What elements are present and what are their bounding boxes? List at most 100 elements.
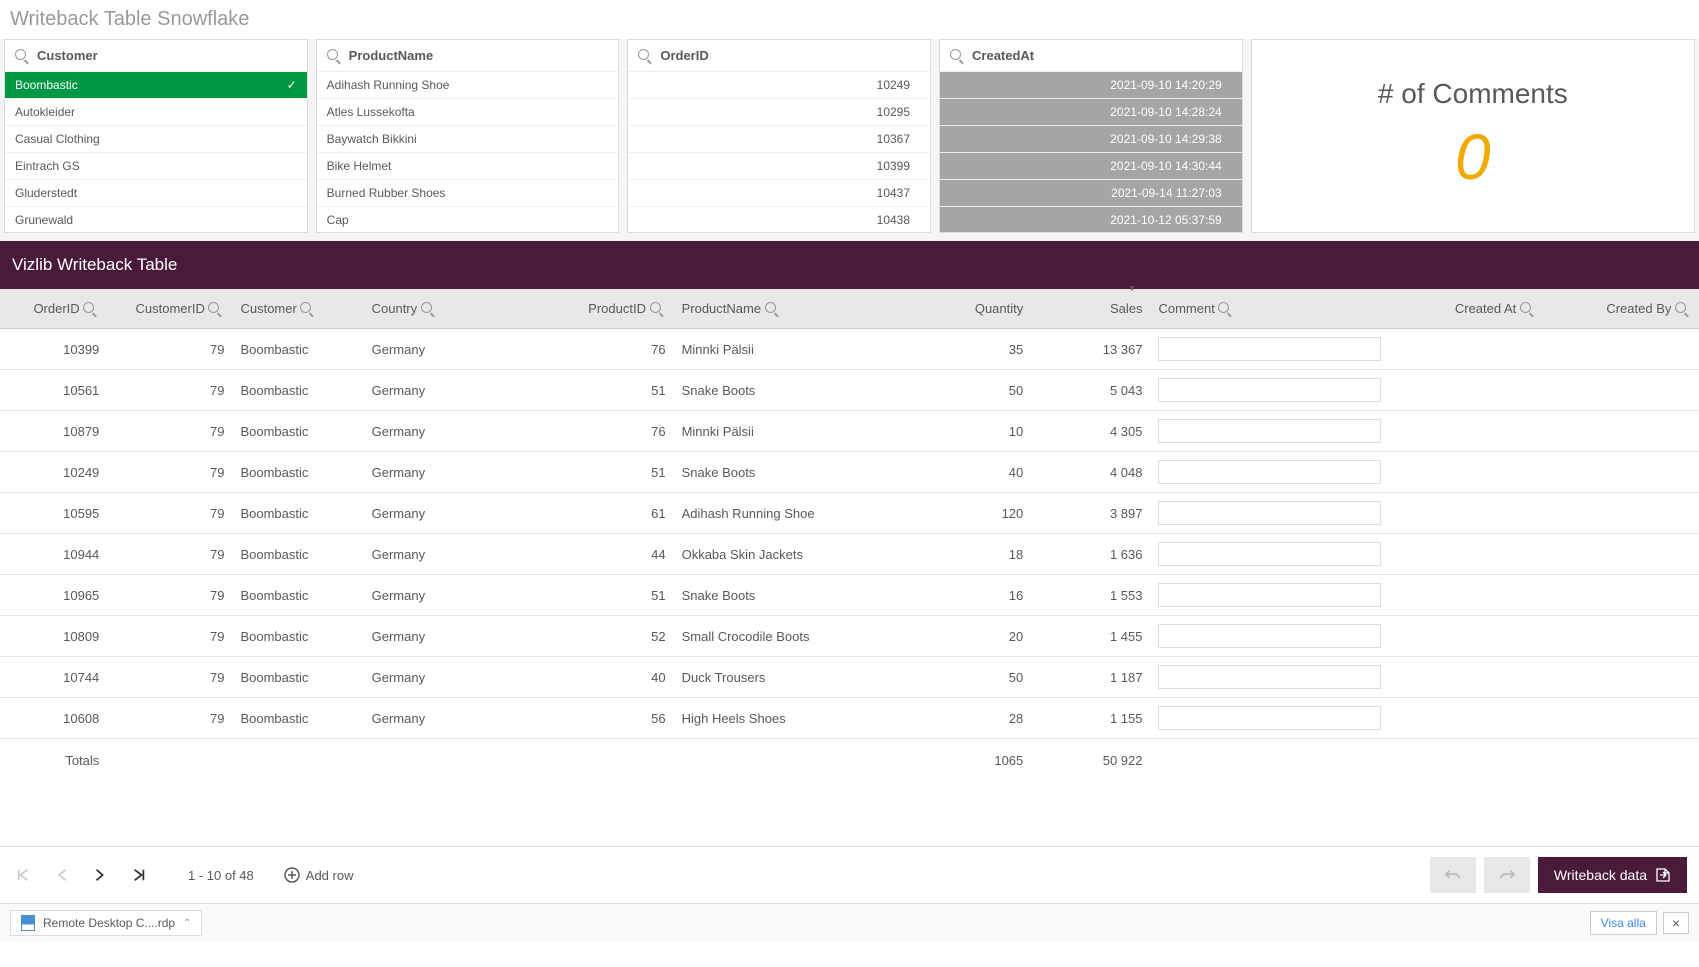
comment-input[interactable] — [1158, 378, 1380, 402]
pager-last-button[interactable] — [128, 862, 150, 888]
writeback-label: Writeback data — [1554, 867, 1647, 883]
cell-customerid: 79 — [107, 329, 232, 370]
col-orderid[interactable]: OrderID — [0, 289, 107, 329]
list-item[interactable]: Grunewald — [5, 207, 307, 232]
filter-header-created[interactable]: CreatedAt — [940, 40, 1242, 72]
cell-orderid: 10809 — [0, 616, 107, 657]
col-productid[interactable]: ProductID — [554, 289, 673, 329]
list-item[interactable]: Atles Lussekofta — [317, 99, 619, 126]
list-item[interactable]: 10295 — [628, 99, 930, 126]
search-icon — [208, 301, 224, 316]
col-productname[interactable]: ProductName — [674, 289, 889, 329]
cell-quantity: 35 — [888, 329, 1031, 370]
table-row: 1087979BoombasticGermany76Minnki Pälsii1… — [0, 411, 1699, 452]
import-icon — [1655, 867, 1671, 883]
cell-orderid: 10965 — [0, 575, 107, 616]
cell-sales: 1 187 — [1031, 657, 1150, 698]
list-item[interactable]: Burned Rubber Shoes — [317, 180, 619, 207]
cell-productname: Minnki Pälsii — [674, 329, 889, 370]
list-item[interactable]: 10438 — [628, 207, 930, 232]
pager-next-button[interactable] — [90, 862, 110, 888]
writeback-button[interactable]: Writeback data — [1538, 857, 1687, 893]
comment-input[interactable] — [1158, 665, 1380, 689]
list-item[interactable]: 10437 — [628, 180, 930, 207]
cell-createdat — [1389, 575, 1544, 616]
download-item[interactable]: Remote Desktop C....rdp ⌃ — [10, 910, 202, 936]
totals-row: Totals106550 922 — [0, 739, 1699, 777]
comment-input[interactable] — [1158, 624, 1380, 648]
list-item[interactable]: 2021-09-10 14:29:38 — [940, 126, 1242, 153]
list-item[interactable]: 2021-09-10 14:30:44 — [940, 153, 1242, 180]
col-comment[interactable]: Comment — [1150, 289, 1388, 329]
cell-comment — [1150, 616, 1388, 657]
cell-productid: 51 — [554, 370, 673, 411]
comment-input[interactable] — [1158, 583, 1380, 607]
filter-label: CreatedAt — [972, 48, 1034, 63]
cell-customer: Boombastic — [232, 370, 363, 411]
col-customer[interactable]: Customer — [232, 289, 363, 329]
list-item[interactable]: 10399 — [628, 153, 930, 180]
add-row-button[interactable]: Add row — [284, 867, 354, 884]
comment-input[interactable] — [1158, 460, 1380, 484]
pager-prev-button[interactable] — [52, 862, 72, 888]
cell-createdat — [1389, 370, 1544, 411]
list-item[interactable]: Gluderstedt — [5, 180, 307, 207]
cell-country: Germany — [364, 575, 555, 616]
cell-country: Germany — [364, 329, 555, 370]
cell-sales: 1 155 — [1031, 698, 1150, 739]
filter-header-customer[interactable]: Customer — [5, 40, 307, 72]
cell-customerid: 79 — [107, 411, 232, 452]
cell-quantity: 16 — [888, 575, 1031, 616]
undo-button[interactable] — [1430, 857, 1476, 893]
comment-input[interactable] — [1158, 337, 1380, 361]
cell-createdby — [1544, 452, 1699, 493]
list-item[interactable]: 10249 — [628, 72, 930, 99]
close-button[interactable]: × — [1663, 912, 1689, 934]
filter-header-product[interactable]: ProductName — [317, 40, 619, 72]
cell-customer: Boombastic — [232, 452, 363, 493]
comment-input[interactable] — [1158, 706, 1380, 730]
filter-label: Customer — [37, 48, 98, 63]
cell-country: Germany — [364, 493, 555, 534]
comment-input[interactable] — [1158, 542, 1380, 566]
comment-input[interactable] — [1158, 501, 1380, 525]
search-icon — [300, 301, 316, 316]
list-item[interactable]: 2021-10-12 05:37:59 — [940, 207, 1242, 232]
filter-label: OrderID — [660, 48, 708, 63]
list-item[interactable]: 2021-09-14 11:27:03 — [940, 180, 1242, 207]
filter-panel-created: CreatedAt 2021-09-10 14:20:292021-09-10 … — [939, 39, 1243, 233]
table-row: 1074479BoombasticGermany40Duck Trousers5… — [0, 657, 1699, 698]
list-item[interactable]: Baywatch Bikkini — [317, 126, 619, 153]
list-item[interactable]: Boombastic — [5, 72, 307, 99]
col-country[interactable]: Country — [364, 289, 555, 329]
cell-productname: Okkaba Skin Jackets — [674, 534, 889, 575]
list-item[interactable]: 10367 — [628, 126, 930, 153]
show-all-button[interactable]: Visa alla — [1590, 911, 1657, 935]
cell-productname: Snake Boots — [674, 452, 889, 493]
col-quantity[interactable]: Quantity — [888, 289, 1031, 329]
col-createdat[interactable]: Created At — [1389, 289, 1544, 329]
list-item[interactable]: Adihash Running Shoe — [317, 72, 619, 99]
list-item[interactable]: 2021-09-10 14:28:24 — [940, 99, 1242, 126]
list-item[interactable]: Autokleider — [5, 99, 307, 126]
list-item[interactable]: Bike Helmet — [317, 153, 619, 180]
col-customerid[interactable]: CustomerID — [107, 289, 232, 329]
cell-orderid: 10399 — [0, 329, 107, 370]
cell-customerid: 79 — [107, 452, 232, 493]
filter-header-order[interactable]: OrderID — [628, 40, 930, 72]
col-createdby[interactable]: Created By — [1544, 289, 1699, 329]
cell-productname: High Heels Shoes — [674, 698, 889, 739]
list-item[interactable]: Casual Clothing — [5, 126, 307, 153]
list-item[interactable]: 2021-09-10 14:20:29 — [940, 72, 1242, 99]
comment-input[interactable] — [1158, 419, 1380, 443]
redo-button[interactable] — [1484, 857, 1530, 893]
list-item[interactable]: Eintrach GS — [5, 153, 307, 180]
cell-country: Germany — [364, 534, 555, 575]
undo-icon — [1444, 868, 1462, 882]
cell-comment — [1150, 493, 1388, 534]
table-row: 1059579BoombasticGermany61Adihash Runnin… — [0, 493, 1699, 534]
cell-productid: 56 — [554, 698, 673, 739]
col-sales[interactable]: Sales — [1031, 289, 1150, 329]
pager-first-button[interactable] — [12, 862, 34, 888]
list-item[interactable]: Cap — [317, 207, 619, 232]
